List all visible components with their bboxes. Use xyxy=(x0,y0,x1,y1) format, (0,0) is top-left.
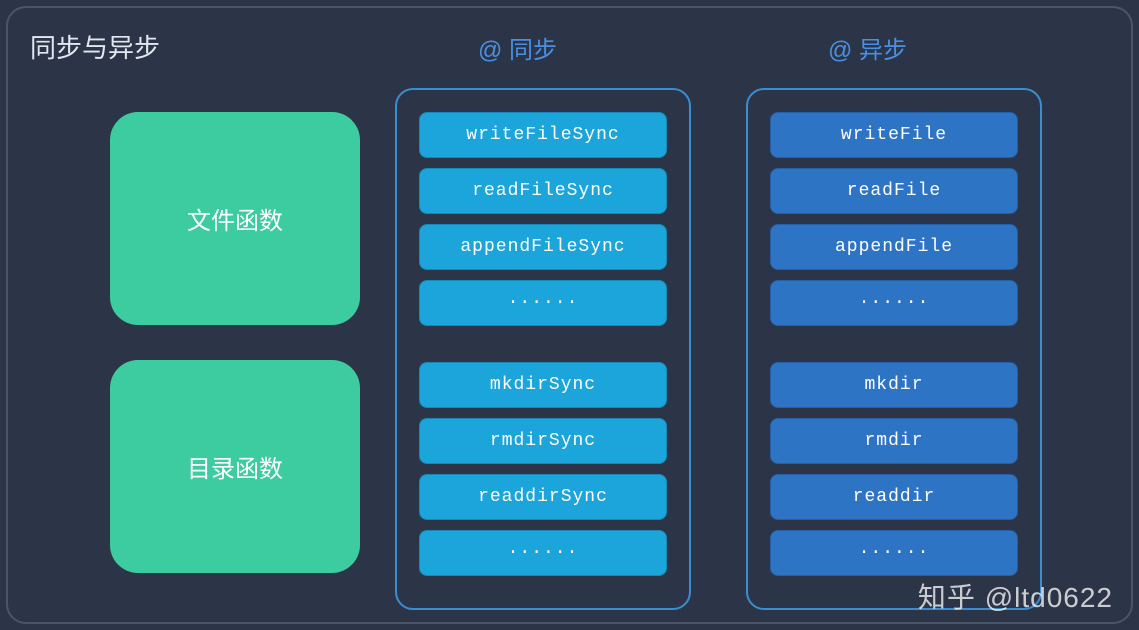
sync-dir-group: mkdirSync rmdirSync readdirSync ······ xyxy=(419,362,667,576)
column-header-sync: @ 同步 xyxy=(478,30,557,65)
func-item: ······ xyxy=(770,280,1018,326)
async-dir-group: mkdir rmdir readdir ······ xyxy=(770,362,1018,576)
category-dir: 目录函数 xyxy=(110,360,360,573)
func-item: mkdir xyxy=(770,362,1018,408)
func-item: appendFileSync xyxy=(419,224,667,270)
func-item: rmdir xyxy=(770,418,1018,464)
func-item: readdir xyxy=(770,474,1018,520)
func-item: rmdirSync xyxy=(419,418,667,464)
column-async: writeFile readFile appendFile ······ mkd… xyxy=(746,88,1042,610)
column-header-async: @ 异步 xyxy=(828,30,907,65)
func-item: ······ xyxy=(419,530,667,576)
func-item: mkdirSync xyxy=(419,362,667,408)
func-item: ······ xyxy=(770,530,1018,576)
func-item: writeFileSync xyxy=(419,112,667,158)
sync-file-group: writeFileSync readFileSync appendFileSyn… xyxy=(419,112,667,326)
diagram-title: 同步与异步 xyxy=(30,28,160,65)
func-item: readdirSync xyxy=(419,474,667,520)
category-file-label: 文件函数 xyxy=(187,201,283,236)
func-item: readFile xyxy=(770,168,1018,214)
category-file: 文件函数 xyxy=(110,112,360,325)
func-item: ······ xyxy=(419,280,667,326)
func-item: readFileSync xyxy=(419,168,667,214)
func-item: appendFile xyxy=(770,224,1018,270)
func-item: writeFile xyxy=(770,112,1018,158)
watermark: 知乎 @ltd0622 xyxy=(918,576,1113,616)
category-dir-label: 目录函数 xyxy=(187,449,283,484)
async-file-group: writeFile readFile appendFile ······ xyxy=(770,112,1018,326)
column-sync: writeFileSync readFileSync appendFileSyn… xyxy=(395,88,691,610)
